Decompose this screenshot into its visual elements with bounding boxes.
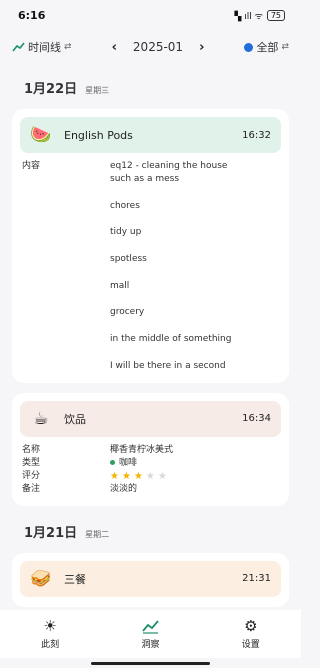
- toolbar: 时间线 ⇄ ‹ 2025-01 › 全部 ⇄: [0, 30, 301, 64]
- card-title: 三餐: [64, 572, 86, 586]
- content-line: I will be there in a second: [110, 360, 226, 371]
- day-weekday: 星期二: [85, 529, 110, 539]
- current-month[interactable]: 2025-01: [133, 40, 183, 54]
- status-icons: ▚ ıll ᯤ 75: [234, 9, 285, 22]
- nav-tab-now[interactable]: ☀ 此刻: [10, 618, 90, 650]
- card-time: 16:34: [242, 413, 271, 425]
- nav-tab-settings[interactable]: ⚙ 设置: [211, 618, 291, 650]
- record-card-english-pods[interactable]: 🍉 English Pods 16:32 内容 eq12 - cleaning …: [12, 109, 289, 383]
- filter-toggle[interactable]: 全部 ⇄: [244, 39, 289, 55]
- sun-icon: ☀: [43, 617, 57, 635]
- star-filled-icon: ★: [133, 470, 143, 482]
- nav-tab-insights[interactable]: 洞察: [110, 618, 190, 650]
- content-line: spotless: [110, 254, 147, 265]
- coffee-cup-icon: ☕: [33, 408, 49, 429]
- content-line: such as a mess: [110, 174, 180, 184]
- gear-icon: ⚙: [244, 617, 258, 635]
- home-indicator: [91, 662, 210, 665]
- content-line: eq12 - cleaning the house: [110, 161, 228, 171]
- status-time: 6:16: [18, 8, 46, 22]
- card-time: 16:32: [242, 129, 271, 141]
- type-value: 咖啡: [119, 457, 138, 468]
- star-empty-icon: ★: [157, 470, 167, 482]
- record-card-meals[interactable]: 🥪 三餐 21:31: [12, 552, 289, 607]
- card-header: 🥪 三餐 21:31: [20, 560, 281, 597]
- timeline-list[interactable]: 1月22日 星期三 🍉 English Pods 16:32 内容 eq12 -…: [0, 64, 301, 610]
- field-label: 备注: [22, 483, 41, 494]
- prev-month-button[interactable]: ‹: [112, 40, 117, 55]
- record-card-drink[interactable]: ☕ 饮品 16:34 名称 椰香青柠冰美式 类型 咖啡 评分 ★ ★ ★ ★ ★ 备注 …: [12, 392, 289, 506]
- day-weekday: 星期三: [85, 86, 110, 95]
- battery-icon: 75: [266, 9, 285, 21]
- nav-label: 此刻: [41, 640, 60, 650]
- card-title: 饮品: [64, 412, 86, 426]
- signal-icons: ▚ ıll ᯤ: [234, 11, 263, 22]
- content-text: eq12 - cleaning the house such as a mess c…: [110, 160, 231, 373]
- content-line: grocery: [110, 307, 145, 318]
- nav-label: 洞察: [141, 640, 160, 650]
- view-mode-label: 时间线: [28, 41, 61, 54]
- card-header: 🍉 English Pods 16:32: [20, 117, 281, 153]
- trend-icon: [12, 42, 25, 52]
- swap-icon: ⇄: [281, 42, 289, 52]
- note-field: 备注 淡淡的: [20, 483, 281, 496]
- card-title: English Pods: [64, 128, 133, 142]
- watermelon-icon: 🍉: [30, 125, 52, 145]
- sandwich-icon: 🥪: [30, 568, 52, 589]
- type-field: 类型 咖啡: [20, 457, 281, 470]
- star-empty-icon: ★: [145, 470, 155, 482]
- content-field: 内容 eq12 - cleaning the house such as a me…: [20, 160, 281, 373]
- content-line: mall: [110, 280, 130, 291]
- swap-icon: ⇄: [64, 42, 72, 52]
- day-header: 1月21日 星期二: [0, 516, 301, 549]
- content-line: chores: [110, 200, 140, 211]
- field-value: 椰香青柠冰美式: [110, 444, 174, 455]
- rating-stars: ★ ★ ★ ★ ★: [110, 470, 167, 483]
- field-label: 名称: [22, 444, 41, 455]
- card-time: 21:31: [242, 573, 271, 585]
- field-label: 内容: [22, 161, 41, 171]
- name-field: 名称 椰香青柠冰美式: [20, 444, 281, 457]
- day-date: 1月22日: [24, 82, 78, 97]
- star-filled-icon: ★: [110, 470, 119, 482]
- bottom-nav: ☀ 此刻 洞察 ⚙ 设置: [0, 610, 301, 658]
- view-mode-toggle[interactable]: 时间线 ⇄: [12, 39, 72, 55]
- month-selector: ‹ 2025-01 ›: [112, 40, 205, 55]
- field-label: 评分: [22, 470, 41, 481]
- field-value: 淡淡的: [110, 483, 138, 494]
- filter-dot-icon: [244, 42, 254, 52]
- category-dot-icon: [110, 459, 115, 465]
- trend-icon: [142, 620, 159, 634]
- content-line: in the middle of something: [110, 334, 232, 345]
- day-header: 1月22日 星期三: [0, 64, 301, 105]
- content-line: tidy up: [110, 227, 142, 238]
- rating-field: 评分 ★ ★ ★ ★ ★: [20, 470, 281, 483]
- status-bar: 6:16 ▚ ıll ᯤ 75: [0, 0, 301, 30]
- filter-label: 全部: [256, 41, 279, 54]
- next-month-button[interactable]: ›: [199, 40, 204, 55]
- field-label: 类型: [22, 457, 41, 468]
- star-filled-icon: ★: [121, 470, 131, 482]
- nav-label: 设置: [241, 640, 260, 650]
- card-header: ☕ 饮品 16:34: [20, 400, 281, 437]
- day-date: 1月21日: [24, 525, 78, 541]
- field-value: 咖啡: [110, 457, 137, 470]
